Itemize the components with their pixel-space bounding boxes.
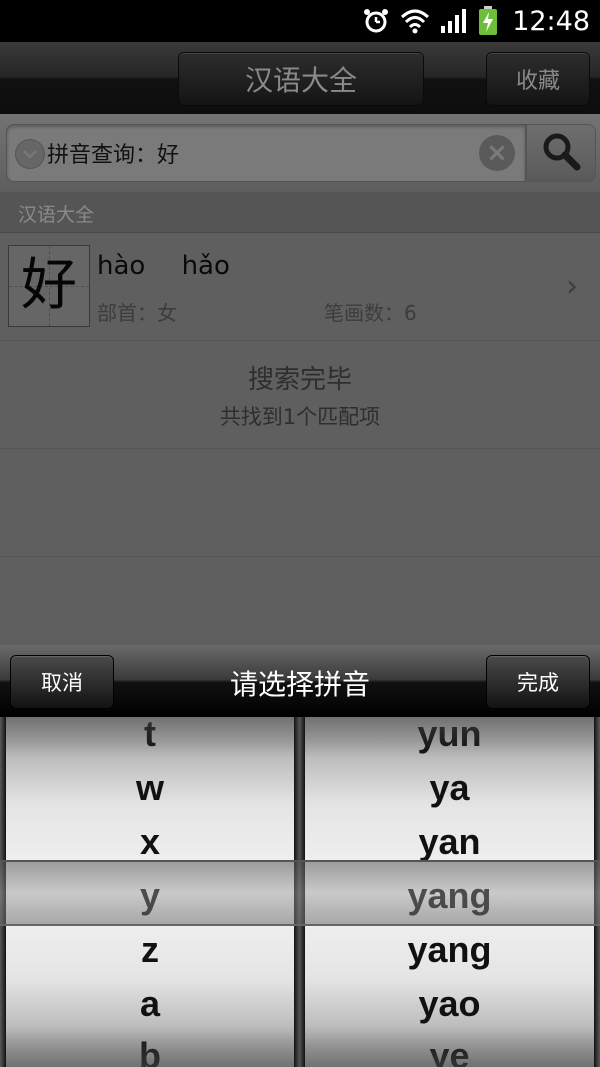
chevron-right-icon: › bbox=[566, 269, 578, 304]
wheel-edge bbox=[594, 717, 600, 1067]
app-screen: 汉语大全 收藏 拼音查询：好 × 汉语大全 好 hào hǎo 部首：女 笔画数… bbox=[0, 42, 600, 645]
page-title: 汉语大全 bbox=[178, 52, 424, 106]
wheel-item[interactable]: z bbox=[6, 923, 294, 977]
wheel-item[interactable]: yao bbox=[305, 977, 594, 1031]
search-button[interactable] bbox=[526, 124, 596, 182]
initial-wheel[interactable]: t w x y z a b bbox=[6, 717, 294, 1067]
wifi-icon bbox=[400, 7, 430, 35]
stroke-count-label: 笔画数：6 bbox=[324, 301, 417, 325]
section-header: 汉语大全 bbox=[0, 192, 600, 233]
status-bar: 12:48 bbox=[0, 0, 600, 42]
wheel-item-selected[interactable]: yang bbox=[305, 869, 594, 923]
character-tile: 好 bbox=[8, 245, 90, 327]
search-status-title: 搜索完毕 bbox=[247, 365, 352, 395]
done-button[interactable]: 完成 bbox=[486, 655, 590, 709]
character: 好 bbox=[21, 253, 77, 318]
wheel-item[interactable]: ye bbox=[305, 1029, 594, 1067]
search-icon bbox=[540, 130, 582, 176]
final-wheel[interactable]: yun ya yan yang yang yao ye bbox=[305, 717, 594, 1067]
search-status: 搜索完毕 共找到1个匹配项 bbox=[0, 341, 600, 449]
clock: 12:48 bbox=[512, 5, 590, 37]
search-query: 拼音查询：好 bbox=[47, 143, 180, 168]
wheel-divider bbox=[294, 717, 305, 1067]
signal-icon bbox=[440, 8, 468, 34]
empty-row bbox=[0, 449, 600, 557]
wheel-item[interactable]: ya bbox=[305, 761, 594, 815]
wheel-item[interactable]: yan bbox=[305, 815, 594, 869]
wheel-item[interactable]: b bbox=[6, 1029, 294, 1067]
radical-label: 部首：女 bbox=[97, 301, 177, 325]
pinyin-label: hào hǎo bbox=[97, 251, 230, 281]
battery-icon bbox=[478, 6, 498, 36]
wheel-item[interactable]: t bbox=[6, 717, 294, 761]
chevron-down-icon[interactable] bbox=[15, 139, 45, 169]
wheel-item[interactable]: w bbox=[6, 761, 294, 815]
section-title: 汉语大全 bbox=[18, 204, 95, 226]
wheel-edge bbox=[0, 717, 6, 1067]
picker-toolbar: 取消 请选择拼音 完成 bbox=[0, 645, 600, 717]
wheel-item[interactable]: a bbox=[6, 977, 294, 1031]
wheel-item[interactable]: yun bbox=[305, 717, 594, 761]
clear-icon[interactable]: × bbox=[479, 135, 515, 171]
wheel-item[interactable]: yang bbox=[305, 923, 594, 977]
search-input[interactable]: 拼音查询：好 × bbox=[6, 124, 526, 182]
search-bar: 拼音查询：好 × bbox=[0, 114, 600, 193]
list-item[interactable]: 好 hào hǎo 部首：女 笔画数：6 › bbox=[0, 233, 600, 341]
favorites-button[interactable]: 收藏 bbox=[486, 52, 590, 106]
wheel-item[interactable]: x bbox=[6, 815, 294, 869]
pinyin-picker: t w x y z a b yun ya yan yang yang yao y… bbox=[0, 717, 600, 1067]
title-bar: 汉语大全 收藏 bbox=[0, 42, 600, 114]
wheel-item-selected[interactable]: y bbox=[6, 869, 294, 923]
alarm-icon bbox=[362, 7, 390, 35]
search-status-subtitle: 共找到1个匹配项 bbox=[219, 405, 381, 429]
